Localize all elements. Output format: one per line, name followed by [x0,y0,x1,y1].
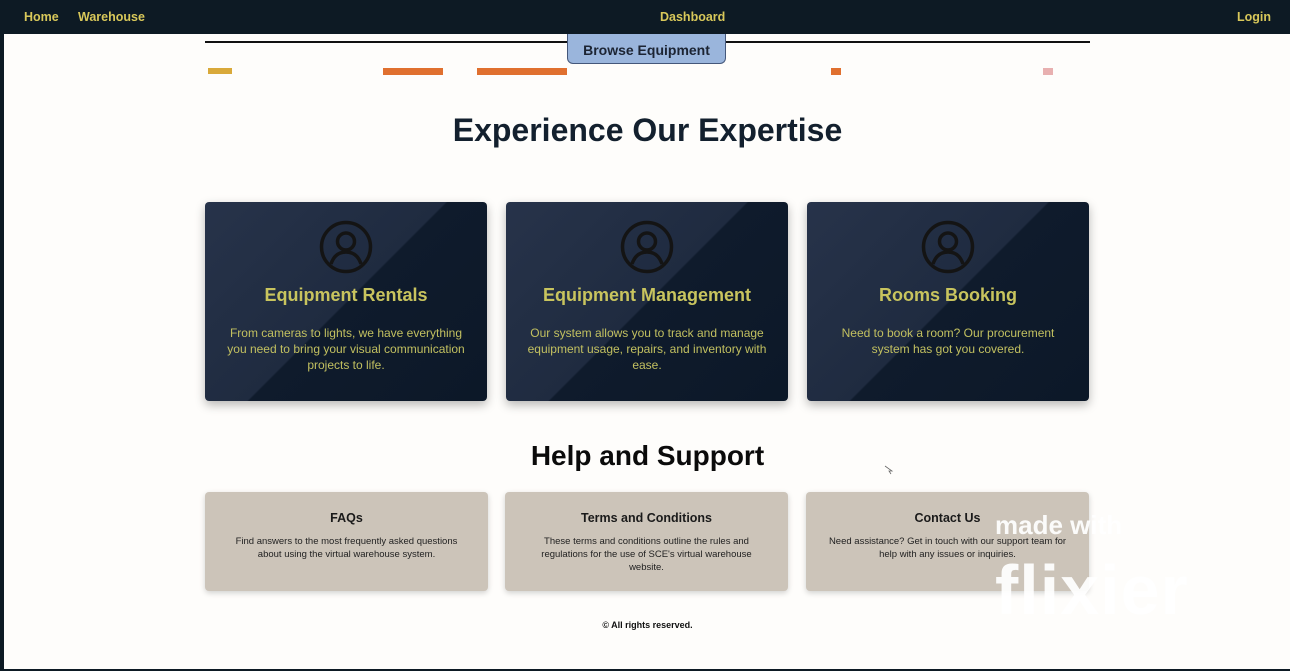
card-title: Equipment Rentals [264,285,428,305]
mouse-cursor-icon [884,465,894,475]
nav-login-link[interactable]: Login [1237,10,1271,24]
browse-equipment-button[interactable]: Browse Equipment [567,34,726,64]
faqs-card[interactable]: FAQs Find answers to the most frequently… [205,492,488,591]
hero-decor-shape [477,68,567,75]
hero-decor-shape [1043,68,1053,75]
card-description: Need to book a room? Our procurement sys… [841,326,1055,356]
help-card-description: Find answers to the most frequently aske… [235,536,458,560]
hero-decor-shape [208,68,232,74]
help-card-title: Terms and Conditions [580,511,713,525]
window-frame-left [0,0,4,671]
help-card-title: FAQs [330,511,363,525]
card-title: Rooms Booking [879,285,1017,305]
expertise-section-title: Experience Our Expertise [452,112,843,148]
hero-decor-shape [383,68,443,75]
terms-conditions-card[interactable]: Terms and Conditions These terms and con… [505,492,788,591]
user-circle-icon [319,220,373,274]
nav-warehouse-link[interactable]: Warehouse [78,10,145,24]
card-description: From cameras to lights, we have everythi… [227,326,465,372]
watermark-tagline: made with [995,510,1123,540]
nav-dashboard-link[interactable]: Dashboard [660,10,725,24]
user-circle-icon [620,220,674,274]
card-title: Equipment Management [542,285,752,305]
rooms-booking-card[interactable]: Rooms Booking Need to book a room? Our p… [807,202,1089,401]
equipment-rentals-card[interactable]: Equipment Rentals From cameras to lights… [205,202,487,401]
equipment-management-card[interactable]: Equipment Management Our system allows y… [506,202,788,401]
top-navbar: Home Warehouse Dashboard Login [0,0,1290,34]
card-description: Our system allows you to track and manag… [527,326,767,372]
hero-decor-shape [831,68,841,75]
help-card-description: These terms and conditions outline the r… [541,536,752,573]
watermark-brand: flixier [995,551,1189,629]
user-circle-icon [921,220,975,274]
nav-home-link[interactable]: Home [24,10,59,24]
help-support-title: Help and Support [530,440,765,471]
